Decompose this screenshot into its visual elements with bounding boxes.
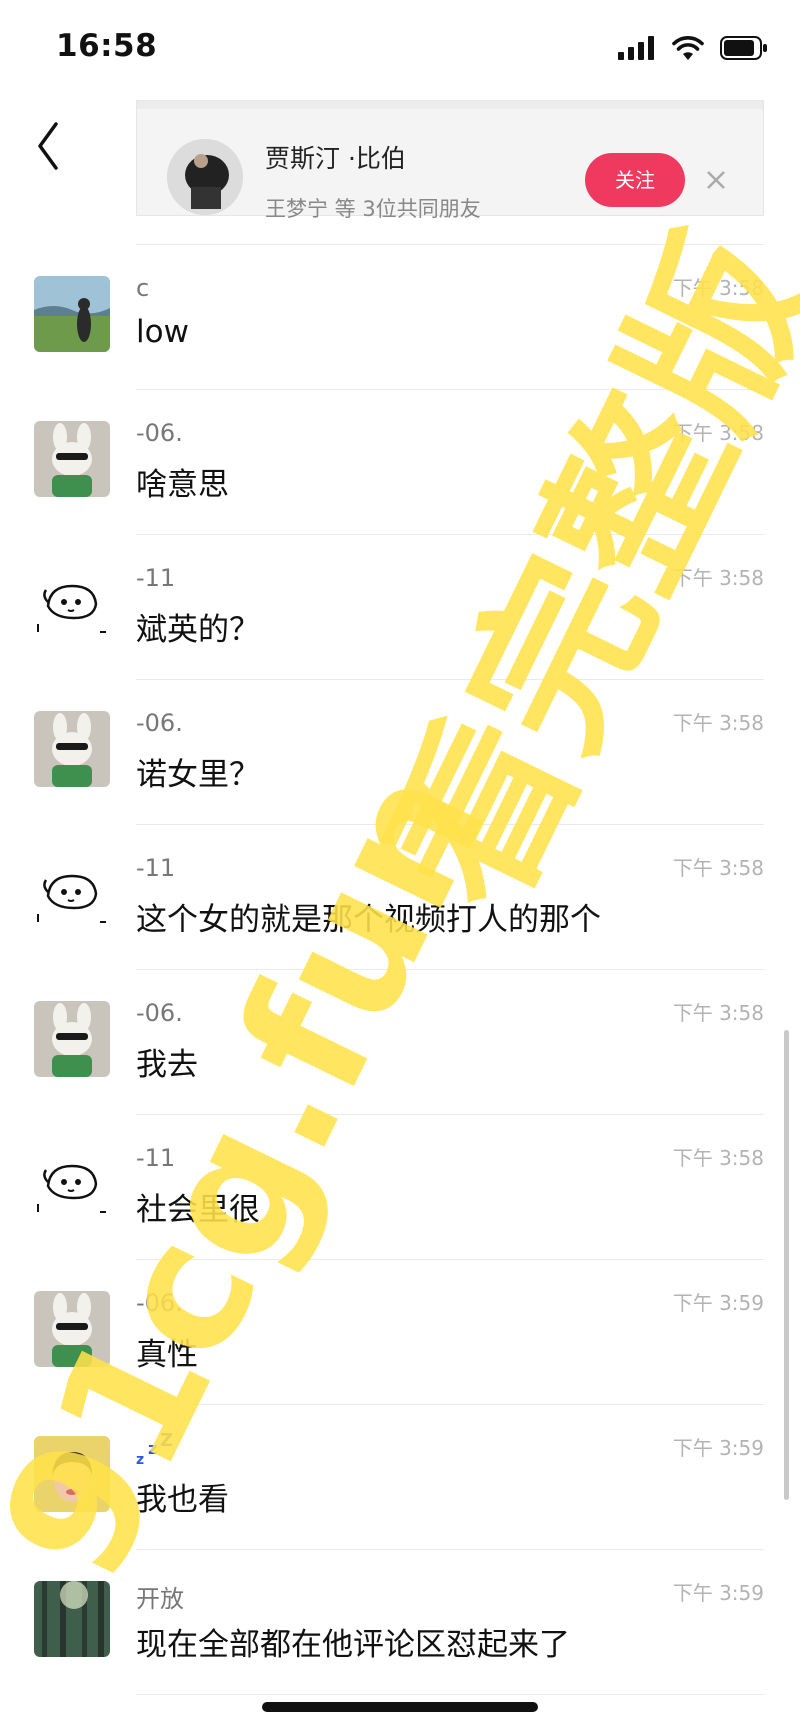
message-row[interactable]: -11 下午 3:58 社会里很 [0,1114,800,1260]
message-time: 下午 3:58 [672,566,764,590]
suggested-friend-avatar[interactable] [167,139,243,215]
avatar[interactable] [34,1436,110,1512]
message-row[interactable]: -06. 下午 3:58 啥意思 [0,389,800,535]
message-sender: -06. [136,999,183,1027]
divider [136,1694,764,1695]
message-row[interactable]: -06. 下午 3:58 我去 [0,969,800,1115]
message-sender: -06. [136,1289,183,1317]
message-text: 斌英的？ [136,612,260,648]
avatar[interactable] [34,856,110,932]
status-time: 16:58 [56,28,158,64]
message-row[interactable]: -11 下午 3:58 斌英的？ [0,534,800,680]
avatar[interactable] [34,711,110,787]
message-text: 我也看 [136,1482,229,1518]
message-sender: 开放 [136,1585,184,1613]
avatar[interactable] [34,566,110,642]
message-time: 下午 3:58 [672,711,764,735]
scrollbar[interactable] [784,1030,789,1500]
message-text: 诺女里？ [136,757,260,793]
message-text: 社会里很 [136,1192,260,1228]
svg-text:z: z [148,1439,157,1458]
svg-text:z: z [136,1452,144,1466]
message-sender: -06. [136,709,183,737]
message-time: 下午 3:58 [672,856,764,880]
suggested-friend-card: 贾斯汀 ·比伯 王梦宁 等 3位共同朋友 关注 [136,100,764,221]
status-bar: 16:58 [0,0,800,100]
suggested-friend-name[interactable]: 贾斯汀 ·比伯 [265,139,406,175]
sleep-icon: z z Z [136,1432,173,1466]
message-text: 真性 [136,1337,198,1373]
message-sender: c [136,274,150,302]
message-time: 下午 3:59 [672,1581,764,1605]
message-text: low [136,314,189,350]
signal-icon [618,36,654,60]
message-sender: -11 [136,564,176,592]
message-time: 下午 3:58 [672,1001,764,1025]
back-icon[interactable] [32,118,76,174]
home-indicator[interactable] [262,1702,538,1712]
avatar[interactable] [34,421,110,497]
message-time: 下午 3:59 [672,1436,764,1460]
avatar[interactable] [34,1001,110,1077]
message-row[interactable]: -06. 下午 3:58 诺女里？ [0,679,800,825]
avatar[interactable] [34,276,110,352]
avatar[interactable] [34,1291,110,1367]
follow-button[interactable]: 关注 [585,153,685,207]
mutual-friends-text: 王梦宁 等 3位共同朋友 [265,197,481,221]
previous-card-strip [137,101,763,109]
avatar[interactable] [34,1581,110,1657]
message-row[interactable]: -11 下午 3:58 这个女的就是那个视频打人的那个 [0,824,800,970]
message-text: 现在全部都在他评论区怼起来了 [136,1627,570,1663]
status-icons [618,36,768,60]
message-sender: -11 [136,1144,176,1172]
message-sender: -11 [136,854,176,882]
message-row[interactable]: z z Z 下午 3:59 我也看 [0,1404,800,1550]
message-time: 下午 3:59 [672,1291,764,1315]
message-row[interactable]: -06. 下午 3:59 真性 [0,1259,800,1405]
message-sender: -06. [136,419,183,447]
message-time: 下午 3:58 [672,1146,764,1170]
message-text: 我去 [136,1047,198,1083]
avatar[interactable] [34,1146,110,1222]
wifi-icon [672,36,704,60]
message-row[interactable]: 开放 下午 3:59 现在全部都在他评论区怼起来了 [0,1549,800,1695]
close-icon[interactable] [705,169,727,191]
message-text: 这个女的就是那个视频打人的那个 [136,902,601,938]
message-row[interactable]: c 下午 3:58 low [0,244,800,390]
message-text: 啥意思 [136,467,229,503]
message-time: 下午 3:58 [672,421,764,445]
message-time: 下午 3:58 [672,276,764,300]
svg-text:Z: Z [160,1432,173,1451]
battery-icon [720,36,767,60]
